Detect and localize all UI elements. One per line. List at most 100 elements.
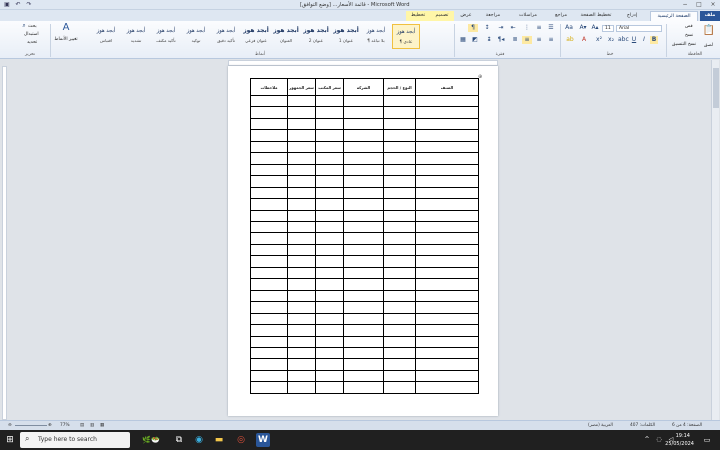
tab-insert[interactable]: إدراج	[618, 11, 646, 21]
format-painter-button[interactable]: نسخ التنسيق	[672, 42, 696, 47]
underline-icon[interactable]: U	[630, 36, 638, 44]
table-cell[interactable]	[315, 175, 344, 188]
table-cell[interactable]	[315, 152, 344, 165]
clock-time[interactable]: 19:14	[670, 433, 690, 439]
vertical-ruler[interactable]	[2, 66, 7, 420]
task-view-icon[interactable]: ⧉	[172, 433, 186, 447]
table-cell[interactable]	[343, 255, 384, 268]
table-cell[interactable]	[287, 335, 316, 348]
table-cell[interactable]	[287, 358, 316, 371]
table-cell[interactable]	[250, 198, 288, 211]
shading-icon[interactable]: ◩	[470, 36, 480, 44]
table-cell[interactable]	[250, 335, 288, 348]
clock-date[interactable]: 25/05/2024	[664, 441, 694, 447]
table-cell[interactable]	[315, 369, 344, 383]
highlight-icon[interactable]: ab	[564, 36, 576, 44]
edge-icon[interactable]: ◉	[192, 433, 206, 447]
table-cell[interactable]	[383, 209, 416, 223]
table-cell[interactable]	[383, 301, 416, 314]
maximize-button[interactable]: □	[694, 1, 704, 9]
table-cell[interactable]	[343, 358, 384, 371]
decrease-indent-icon[interactable]: ⇤	[508, 24, 518, 32]
view-full-screen-icon[interactable]: ▥	[90, 423, 94, 428]
zoom-in-icon[interactable]: ⊕	[48, 423, 52, 428]
table-cell[interactable]	[415, 243, 479, 257]
minimize-button[interactable]: −	[680, 1, 690, 9]
style-item[interactable]: أبجد هوز تشديد	[122, 24, 150, 49]
table-cell[interactable]	[383, 346, 416, 360]
table-cell[interactable]	[287, 140, 316, 154]
table-cell[interactable]	[383, 175, 416, 188]
line-spacing-icon[interactable]: ↨	[484, 36, 494, 44]
table-cell[interactable]	[250, 289, 288, 303]
table-cell[interactable]	[287, 209, 316, 223]
news-weather-widget-icon[interactable]: 🌿🥗	[136, 433, 166, 447]
table-cell[interactable]	[315, 358, 344, 371]
table-cell[interactable]	[250, 232, 288, 245]
zoom-out-icon[interactable]: ⊖	[8, 423, 12, 428]
table-cell[interactable]	[415, 106, 479, 119]
italic-icon[interactable]: I	[640, 36, 648, 44]
subscript-icon[interactable]: x₂	[606, 36, 616, 44]
align-right-icon[interactable]: ≡	[522, 36, 532, 44]
table-cell[interactable]	[415, 335, 479, 348]
table-cell[interactable]	[287, 381, 316, 394]
table-cell[interactable]	[415, 381, 479, 394]
superscript-icon[interactable]: x²	[594, 36, 604, 44]
table-cell[interactable]	[415, 232, 479, 245]
table-cell[interactable]	[383, 129, 416, 142]
chrome-icon[interactable]: ◎	[234, 433, 248, 447]
tab-file[interactable]: ملف	[700, 11, 720, 21]
paste-icon[interactable]: 📋	[702, 26, 716, 36]
align-left-icon[interactable]: ≡	[546, 36, 556, 44]
table-cell[interactable]	[415, 163, 479, 177]
table-cell[interactable]	[383, 335, 416, 348]
style-item[interactable]: أبجد هوز توكيد	[182, 24, 210, 49]
table-cell[interactable]	[415, 94, 479, 108]
table-cell[interactable]	[287, 369, 316, 383]
table-cell[interactable]	[415, 324, 479, 337]
table-cell[interactable]	[343, 278, 384, 291]
table-cell[interactable]	[250, 152, 288, 165]
table-cell[interactable]	[343, 209, 384, 223]
copy-button[interactable]: نسخ	[685, 33, 693, 38]
table-cell[interactable]	[315, 301, 344, 314]
style-item[interactable]: أبجد هوز عنوان فرعي	[242, 24, 270, 49]
table-cell[interactable]	[287, 301, 316, 314]
document-page[interactable]: ⊕ ملاحظات سعر الجمهور سعر المكتب الشركة …	[228, 66, 498, 416]
table-cell[interactable]	[250, 220, 288, 234]
table-cell[interactable]	[287, 266, 316, 280]
header-public-price[interactable]: سعر الجمهور	[287, 78, 316, 96]
undo-icon[interactable]: ↶	[14, 1, 22, 9]
rtl-icon[interactable]: ¶◂	[496, 36, 506, 44]
table-cell[interactable]	[287, 346, 316, 360]
tab-design[interactable]: تصميم	[430, 11, 454, 21]
change-case-icon[interactable]: Aa	[563, 24, 575, 32]
table-cell[interactable]	[415, 186, 479, 200]
word-icon[interactable]: W	[256, 433, 270, 447]
table-cell[interactable]	[315, 186, 344, 200]
table-cell[interactable]	[383, 186, 416, 200]
table-cell[interactable]	[250, 266, 288, 280]
table-cell[interactable]	[315, 163, 344, 177]
font-size-box[interactable]: 11	[602, 25, 614, 32]
table-cell[interactable]	[250, 324, 288, 337]
table-cell[interactable]	[415, 301, 479, 314]
table-cell[interactable]	[383, 266, 416, 280]
table-cell[interactable]	[315, 278, 344, 291]
tab-page-layout[interactable]: تخطيط الصفحة	[576, 11, 616, 21]
table-cell[interactable]	[315, 117, 344, 131]
table-cell[interactable]	[415, 129, 479, 142]
table-cell[interactable]	[383, 255, 416, 268]
table-cell[interactable]	[383, 232, 416, 245]
style-item[interactable]: أبجد هوز اقتباس	[92, 24, 120, 49]
table-cell[interactable]	[383, 163, 416, 177]
table-cell[interactable]	[383, 140, 416, 154]
table-cell[interactable]	[250, 106, 288, 119]
scrollbar-thumb[interactable]	[713, 68, 719, 108]
table-cell[interactable]	[383, 94, 416, 108]
table-cell[interactable]	[287, 129, 316, 142]
table-cell[interactable]	[315, 381, 344, 394]
tab-mailings[interactable]: مراسلات	[510, 11, 546, 21]
tab-review[interactable]: مراجعة	[478, 11, 508, 21]
